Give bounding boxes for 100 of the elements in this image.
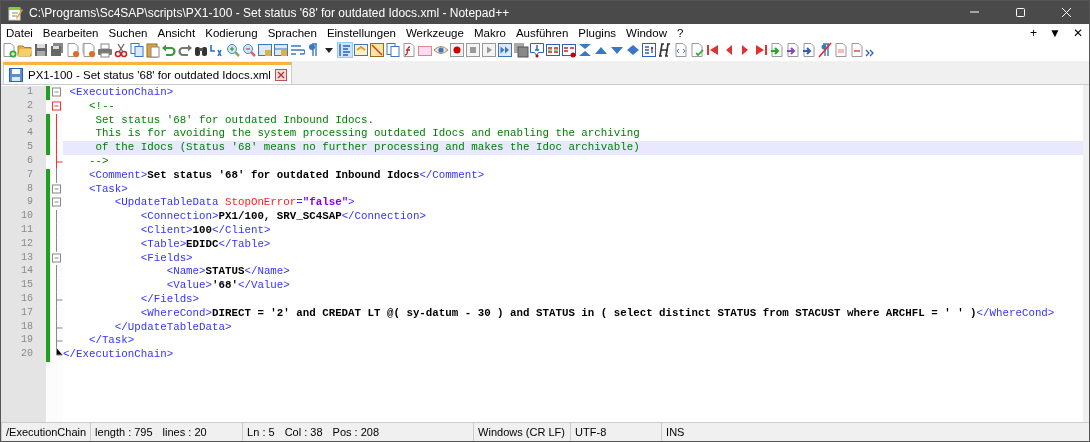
- heading-icon[interactable]: [657, 42, 673, 58]
- new-tab-control[interactable]: +: [1024, 26, 1044, 40]
- play-icon[interactable]: [481, 42, 497, 58]
- code-line: <Fields>: [139, 251, 194, 266]
- code-line: <UpdateTableData StopOnError="false">: [113, 196, 356, 211]
- word-wrap-icon[interactable]: [289, 42, 305, 58]
- zoom-in-icon[interactable]: [225, 42, 241, 58]
- menu-item[interactable]: Datei: [1, 27, 38, 39]
- arrow-document-icon[interactable]: [801, 42, 817, 58]
- menu-item[interactable]: Plugins: [573, 27, 622, 39]
- code-line: <Table>EDIDC</Table>: [139, 237, 272, 252]
- fold-box-icon[interactable]: [52, 87, 61, 97]
- save-macro-icon[interactable]: [513, 42, 529, 58]
- code-line: <Connection>PX1/100, SRV_SC4SAP</Connection>: [139, 210, 427, 224]
- line-number: 1: [1, 86, 46, 100]
- line-number: 4: [1, 127, 46, 142]
- fold-box-icon[interactable]: [52, 197, 61, 207]
- code-line: </Fields>: [139, 292, 201, 307]
- menu-item[interactable]: Suchen: [103, 27, 153, 39]
- sync-horizontal-icon[interactable]: [273, 42, 289, 58]
- new-file-icon[interactable]: [1, 42, 17, 58]
- menu-item[interactable]: Ansicht: [152, 27, 201, 39]
- code-line: <Client>100</Client>: [139, 223, 272, 238]
- code-line: </UpdateTableData>: [113, 320, 233, 335]
- line-number: 14: [1, 265, 46, 280]
- printer-icon[interactable]: [97, 42, 113, 58]
- menu-item[interactable]: Werkzeuge: [400, 27, 469, 39]
- menu-item[interactable]: Bearbeiten: [37, 27, 104, 39]
- document-icon[interactable]: [833, 42, 849, 58]
- skip-last-icon[interactable]: [753, 42, 769, 58]
- list-icon[interactable]: [545, 42, 561, 58]
- status-text: UTF-8: [575, 426, 607, 438]
- maximize-icon[interactable]: [1014, 7, 1026, 18]
- arrow-document-icon[interactable]: [769, 42, 785, 58]
- code-line: <Task>: [87, 182, 129, 197]
- function-icon[interactable]: [401, 42, 417, 58]
- fold-box-icon[interactable]: [52, 101, 61, 111]
- list-remove-icon[interactable]: [561, 42, 577, 58]
- line-number: 15: [1, 279, 46, 293]
- stop-icon[interactable]: [465, 42, 481, 58]
- undo-icon[interactable]: [161, 42, 177, 58]
- zoom-out-icon[interactable]: [241, 42, 257, 58]
- status-text: Col : 38: [284, 426, 323, 438]
- floppy-disks-icon[interactable]: [49, 42, 65, 58]
- code-line: </Task>: [87, 334, 136, 349]
- menu-item[interactable]: Window: [621, 27, 672, 39]
- record-icon[interactable]: [449, 42, 465, 58]
- documents-icon[interactable]: [385, 42, 401, 58]
- window-icon[interactable]: [353, 42, 369, 58]
- status-text: /ExecutionChain: [6, 426, 87, 438]
- skip-first-icon[interactable]: [705, 42, 721, 58]
- documents-close-icon[interactable]: [81, 42, 97, 58]
- code-line: </ExecutionChain>: [63, 348, 175, 362]
- close-icon[interactable]: [274, 68, 287, 81]
- status-text: Windows (CR LF): [478, 426, 565, 438]
- menu-item[interactable]: Einstellungen: [321, 27, 401, 39]
- status-text: Pos : 208: [332, 426, 380, 438]
- fold-box-icon[interactable]: [52, 253, 61, 263]
- line-number: 5: [1, 141, 46, 155]
- columns-icon[interactable]: [641, 42, 657, 58]
- speech-bubble-icon[interactable]: [529, 42, 545, 58]
- document-close-icon[interactable]: [65, 42, 81, 58]
- line-number: 20: [1, 348, 46, 362]
- menu-item[interactable]: Kodierung: [200, 27, 263, 39]
- status-text: length : 795: [95, 426, 153, 438]
- close-tab-control[interactable]: ✕: [1067, 26, 1089, 40]
- menu-item[interactable]: Ausführen: [510, 27, 574, 39]
- menu-item[interactable]: ?: [671, 27, 689, 39]
- menu-item[interactable]: Makro: [468, 27, 511, 39]
- notepad-icon: [7, 4, 23, 21]
- code-line: This is for avoiding the system processing outdated Idocs and enabling the archiving: [94, 127, 641, 142]
- menu-item[interactable]: Sprachen: [262, 27, 322, 39]
- check-file-icon[interactable]: [689, 42, 705, 58]
- line-number: 9: [1, 196, 46, 211]
- code-file-icon[interactable]: [673, 42, 689, 58]
- clipboard-icon[interactable]: [145, 42, 161, 58]
- fold-box-icon[interactable]: [52, 184, 61, 194]
- status-text: lines : 20: [162, 426, 207, 438]
- folder-icon[interactable]: [17, 42, 33, 58]
- tab-list-control[interactable]: ▼: [1043, 26, 1067, 40]
- status-text: Ln : 5: [247, 426, 275, 438]
- redo-icon[interactable]: [177, 42, 193, 58]
- window-title: C:\Programs\Sc4SAP\scripts\PX1-100 - Set status '68' for outdated Idocs.xml - Notepad++: [29, 5, 511, 20]
- code-line: <ExecutionChain>: [68, 86, 175, 100]
- scissors-icon[interactable]: [113, 42, 129, 58]
- code-line: -->: [87, 155, 110, 169]
- status-text: INS: [666, 426, 685, 438]
- fast-forward-icon[interactable]: [497, 42, 513, 58]
- pilcrow-off-icon[interactable]: [817, 42, 833, 58]
- chevron-icon[interactable]: [865, 48, 875, 58]
- code-line: <Comment>Set status '68' for outdated Inbound Idocs</Comment>: [87, 168, 486, 183]
- document-lines-icon[interactable]: [849, 42, 865, 58]
- sync-vertical-icon[interactable]: [257, 42, 273, 58]
- arrow-document-icon[interactable]: [785, 42, 801, 58]
- line-number: 10: [1, 210, 46, 224]
- code-line: <!--: [87, 99, 116, 114]
- copy-icon[interactable]: [129, 42, 145, 58]
- code-line: <Name>STATUS</Name>: [165, 265, 291, 280]
- line-number: 19: [1, 334, 46, 349]
- file-tab[interactable]: PX1-100 - Set status '68' for outdated Idocs.xml: [3, 62, 292, 84]
